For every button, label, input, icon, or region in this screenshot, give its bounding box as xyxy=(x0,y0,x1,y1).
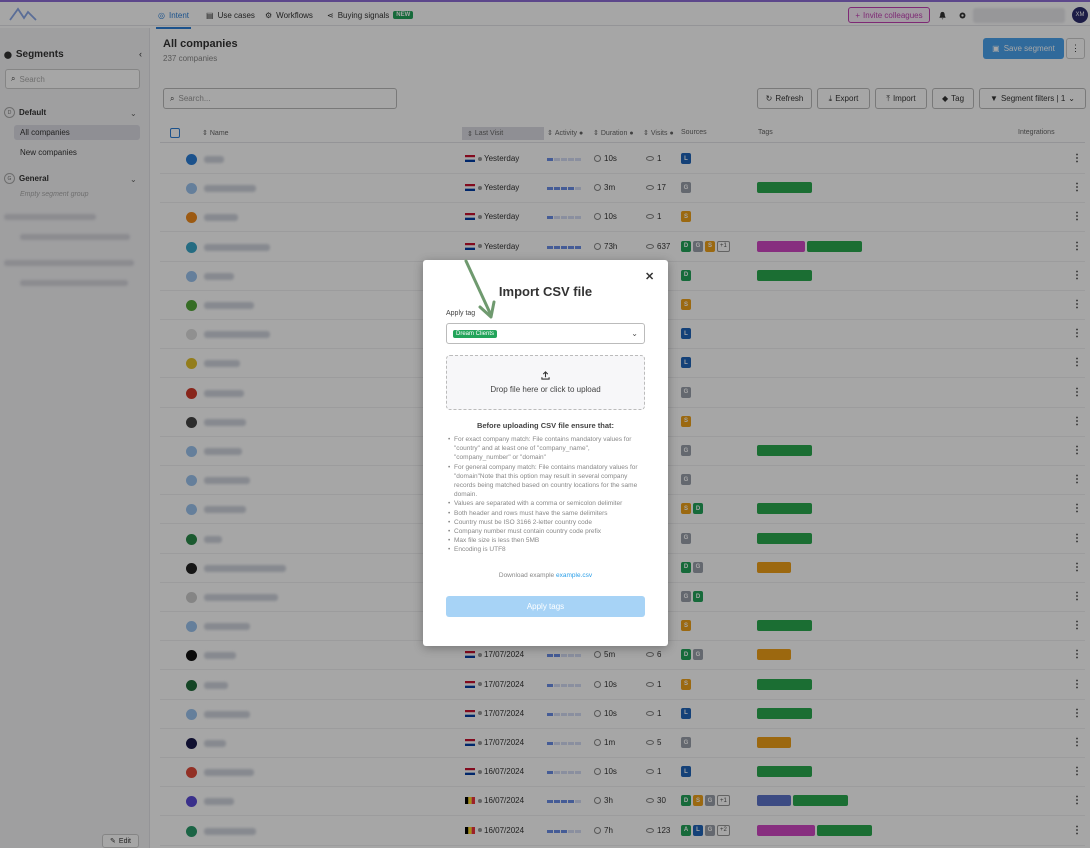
list-item: Both header and rows must have the same … xyxy=(448,509,648,518)
upload-icon xyxy=(541,371,550,380)
list-item: Company number must contain country code… xyxy=(448,527,648,536)
download-example: Download example example.csv xyxy=(498,572,593,579)
requirements-list: For exact company match: File contains m… xyxy=(448,435,648,555)
apply-tags-button[interactable]: Apply tags xyxy=(446,596,645,617)
list-item: Country must be ISO 3166 2-letter countr… xyxy=(448,518,648,527)
list-item: Encoding is UTF8 xyxy=(448,545,648,554)
file-dropzone[interactable]: Drop file here or click to upload xyxy=(446,355,645,410)
close-icon[interactable]: ✕ xyxy=(645,270,654,283)
list-item: For exact company match: File contains m… xyxy=(448,435,648,463)
list-item: Max file size is less then 5MB xyxy=(448,536,648,545)
requirements-title: Before uploading CSV file ensure that: xyxy=(476,421,615,430)
list-item: Values are separated with a comma or sem… xyxy=(448,499,648,508)
list-item: For general company match: File contains… xyxy=(448,463,648,500)
selected-tag-chip: Dream Clients xyxy=(453,329,498,338)
chevron-down-icon: ⌄ xyxy=(631,329,638,338)
annotation-arrow-icon xyxy=(464,259,496,319)
example-csv-link[interactable]: example.csv xyxy=(556,572,592,579)
